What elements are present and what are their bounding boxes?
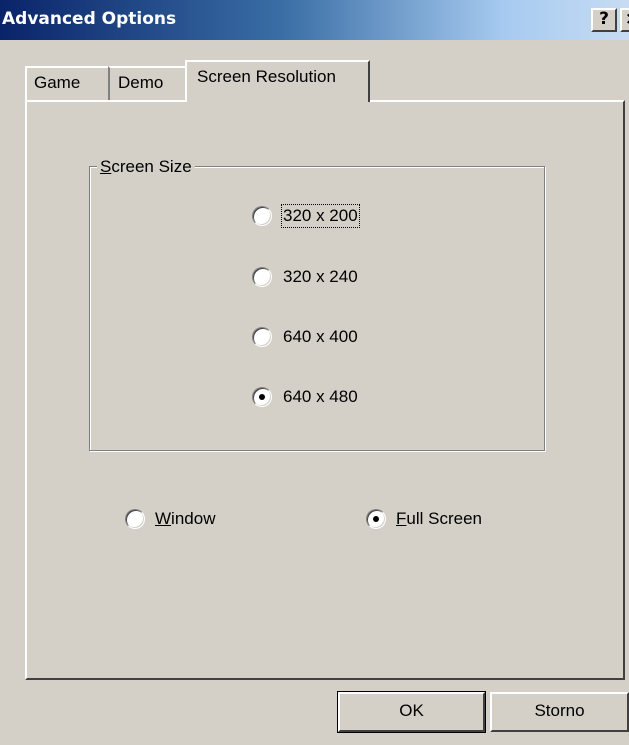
advanced-options-dialog: Advanced Options ? × Game Demo Screen Re… [0, 0, 629, 745]
radio-640x400-label[interactable]: 640 x 400 [283, 327, 358, 347]
tab-demo-label: Demo [118, 73, 164, 92]
radio-320x240[interactable] [252, 267, 272, 287]
ok-button[interactable]: OK [337, 691, 486, 733]
radio-window[interactable] [125, 509, 145, 529]
window-title: Advanced Options [2, 9, 177, 29]
screen-size-group-label: Screen Size [97, 157, 195, 177]
storno-button[interactable]: Storno [490, 692, 629, 732]
radio-320x200[interactable] [252, 206, 272, 226]
title-bar[interactable]: Advanced Options ? × [0, 0, 629, 40]
radio-full-screen-label[interactable]: Full Screen [396, 509, 482, 529]
radio-320x200-label[interactable]: 320 x 200 [281, 204, 360, 228]
radio-selected-dot [259, 394, 265, 400]
tab-game-label: Game [34, 73, 81, 92]
radio-full-screen[interactable] [366, 509, 386, 529]
radio-640x480[interactable] [252, 387, 272, 407]
radio-window-label[interactable]: Window [155, 509, 215, 529]
tab-game[interactable]: Game [25, 66, 108, 101]
help-icon: ? [599, 9, 609, 29]
close-icon: × [625, 9, 629, 29]
radio-selected-dot [373, 516, 379, 522]
help-button[interactable]: ? [591, 8, 617, 32]
close-button[interactable]: × [620, 8, 629, 32]
radio-320x240-label[interactable]: 320 x 240 [283, 267, 358, 287]
radio-640x480-label[interactable]: 640 x 480 [283, 387, 358, 407]
tab-demo[interactable]: Demo [108, 66, 185, 101]
radio-640x400[interactable] [252, 327, 272, 347]
tab-screen-resolution-label: Screen Resolution [197, 67, 336, 86]
tab-screen-resolution[interactable]: Screen Resolution [185, 60, 370, 102]
